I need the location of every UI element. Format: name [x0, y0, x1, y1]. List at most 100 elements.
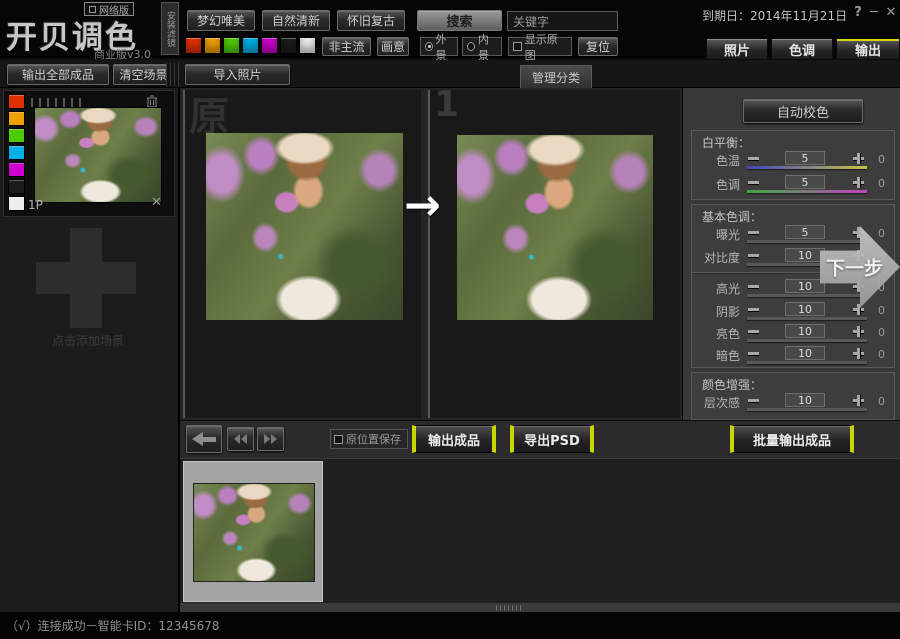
- rewind-icon: [234, 434, 240, 444]
- show-original-checkbox[interactable]: 显示原图: [508, 37, 572, 56]
- minus-button[interactable]: [747, 303, 760, 316]
- group-title: 基本色调：: [702, 208, 762, 225]
- add-scene-label: 点击添加场景: [0, 332, 176, 349]
- show-original-label: 显示原图: [525, 31, 567, 63]
- tab-photo[interactable]: 照片: [706, 38, 768, 60]
- close-icon[interactable]: ✕: [884, 5, 898, 20]
- minus-button[interactable]: [747, 249, 760, 262]
- step-box[interactable]: 5: [785, 151, 825, 165]
- horizontal-scrollbar[interactable]: [180, 602, 900, 612]
- slider-track[interactable]: [747, 339, 867, 342]
- indoor-label: 内景: [478, 31, 497, 63]
- slider-label: 阴影: [692, 303, 740, 320]
- step-box[interactable]: 10: [785, 279, 825, 293]
- minimize-icon[interactable]: ─: [867, 5, 881, 20]
- slider-label: 亮色: [692, 325, 740, 342]
- minus-button[interactable]: [747, 325, 760, 338]
- style-retro-button[interactable]: 怀旧复古: [337, 10, 405, 31]
- save-in-place-checkbox[interactable]: 原位置保存: [330, 429, 408, 449]
- search-button[interactable]: 搜索: [417, 10, 502, 31]
- minus-button[interactable]: [747, 280, 760, 293]
- thumbnail-photo[interactable]: [193, 483, 315, 582]
- step-box[interactable]: 10: [785, 393, 825, 407]
- scrollbar-grip[interactable]: [496, 605, 522, 611]
- color-swatch-white[interactable]: [299, 37, 316, 54]
- outdoor-radio[interactable]: 外景: [420, 37, 458, 56]
- add-scene-plus-icon[interactable]: [36, 228, 136, 328]
- auto-color-button[interactable]: 自动校色: [743, 99, 863, 123]
- current-value: 0: [878, 395, 885, 408]
- minus-button[interactable]: [747, 226, 760, 239]
- keyword-input[interactable]: [507, 11, 618, 31]
- selected-thumbnail-frame[interactable]: [183, 461, 323, 602]
- step-box[interactable]: 5: [785, 225, 825, 239]
- minus-button[interactable]: [747, 347, 760, 360]
- install-filter-tab[interactable]: 安装滤镜: [161, 2, 179, 55]
- batch-output-button[interactable]: 批量输出成品: [730, 425, 854, 453]
- style-dreamy-button[interactable]: 梦幻唯美: [187, 10, 255, 31]
- tint-slider-track[interactable]: [747, 190, 867, 193]
- color-swatch-cyan[interactable]: [242, 37, 259, 54]
- output-product-button[interactable]: 输出成品: [412, 425, 496, 453]
- step-box[interactable]: 10: [785, 248, 825, 262]
- minus-button[interactable]: [747, 394, 760, 407]
- help-icon[interactable]: ?: [851, 5, 865, 20]
- step-box[interactable]: 5: [785, 175, 825, 189]
- status-bar: （√）连接成功－智能卡ID：12345678: [0, 612, 900, 639]
- minus-button[interactable]: [747, 152, 760, 165]
- plus-button[interactable]: [852, 152, 865, 165]
- slider-track[interactable]: [747, 408, 867, 411]
- current-value: 0: [878, 153, 885, 166]
- export-psd-button[interactable]: 导出PSD: [510, 425, 594, 453]
- result-photo[interactable]: [457, 135, 653, 320]
- slider-track[interactable]: [747, 317, 867, 320]
- scene-thumbnail[interactable]: [34, 107, 162, 203]
- slider-track[interactable]: [747, 294, 867, 297]
- forward-button[interactable]: [257, 427, 284, 451]
- slider-label: 高光: [692, 280, 740, 297]
- tab-output-active[interactable]: 输出: [836, 38, 900, 60]
- previous-button[interactable]: [227, 427, 254, 451]
- original-photo[interactable]: [206, 133, 403, 320]
- radio-icon: [467, 42, 475, 51]
- reset-button[interactable]: 复位: [578, 37, 618, 56]
- color-swatch-black[interactable]: [280, 37, 297, 54]
- tab-tone[interactable]: 色调: [771, 38, 833, 60]
- minus-button[interactable]: [747, 176, 760, 189]
- manage-categories-button[interactable]: 管理分类: [520, 65, 592, 88]
- filter-painterly-button[interactable]: 画意: [377, 37, 409, 56]
- slider-track[interactable]: [747, 361, 867, 364]
- filter-nonmainstream-button[interactable]: 非主流: [322, 37, 371, 56]
- step-box[interactable]: 10: [785, 324, 825, 338]
- back-button[interactable]: [186, 425, 222, 453]
- plus-button[interactable]: [852, 394, 865, 407]
- scene-swatch-magenta: [8, 162, 25, 177]
- plus-button[interactable]: [852, 303, 865, 316]
- color-swatch-red[interactable]: [185, 37, 202, 54]
- splitter-grip[interactable]: [166, 63, 179, 86]
- step-box[interactable]: 10: [785, 346, 825, 360]
- group-title: 颜色增强：: [702, 376, 762, 393]
- plus-button[interactable]: [852, 325, 865, 338]
- scene-item[interactable]: 1P ✕: [3, 90, 175, 217]
- result-label: 1: [434, 84, 459, 125]
- back-arrow-icon: [192, 432, 216, 446]
- style-natural-button[interactable]: 自然清新: [262, 10, 330, 31]
- color-swatch-magenta[interactable]: [261, 37, 278, 54]
- indoor-radio[interactable]: 内景: [462, 37, 502, 56]
- scene-remove-icon[interactable]: ✕: [151, 195, 162, 210]
- scene-swatch-cyan: [8, 145, 25, 160]
- color-swatch-orange[interactable]: [204, 37, 221, 54]
- import-photos-button[interactable]: 导入照片: [185, 64, 290, 85]
- plus-button[interactable]: [852, 176, 865, 189]
- plus-button[interactable]: [852, 347, 865, 360]
- temp-slider-track[interactable]: [747, 166, 867, 169]
- step-box[interactable]: 10: [785, 302, 825, 316]
- slider-label: 暗色: [692, 347, 740, 364]
- current-value: 0: [878, 326, 885, 339]
- connection-status: （√）连接成功－智能卡ID：12345678: [6, 617, 220, 634]
- output-all-button[interactable]: 输出全部成品: [7, 64, 109, 85]
- slider-track[interactable]: [747, 240, 867, 243]
- clear-scene-button[interactable]: 清空场景: [113, 64, 174, 85]
- color-swatch-green[interactable]: [223, 37, 240, 54]
